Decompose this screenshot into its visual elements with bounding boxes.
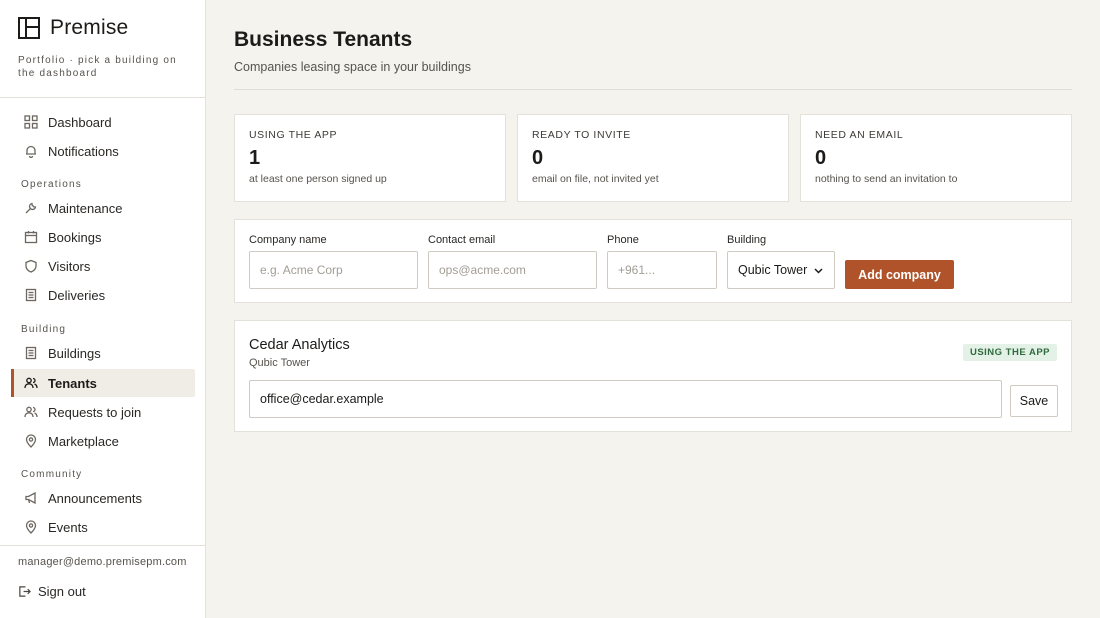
- stat-card-using-app: USING THE APP 1 at least one person sign…: [234, 114, 506, 202]
- brand-name: Premise: [50, 16, 129, 39]
- company-name-input[interactable]: e.g. Acme Corp: [249, 251, 418, 289]
- sidebar-item-notifications[interactable]: Notifications: [11, 137, 195, 165]
- sidebar-item-tenants[interactable]: Tenants: [11, 369, 195, 397]
- stat-note: email on file, not invited yet: [532, 173, 659, 185]
- stat-note: nothing to send an invitation to: [815, 173, 958, 185]
- brand[interactable]: Premise: [18, 16, 128, 40]
- add-company-button[interactable]: Add company: [845, 260, 954, 289]
- sidebar-item-label: Buildings: [48, 345, 101, 361]
- stat-note: at least one person signed up: [249, 173, 387, 185]
- tenant-building: Qubic Tower: [249, 357, 310, 369]
- building-icon: [24, 346, 38, 360]
- section-title-community: Community: [21, 469, 83, 480]
- tenant-name: Cedar Analytics: [249, 337, 350, 353]
- sign-out-button[interactable]: Sign out: [18, 584, 86, 599]
- company-name-label: Company name: [249, 234, 327, 246]
- sidebar-item-label: Marketplace: [48, 433, 119, 449]
- page-subtitle: Companies leasing space in your building…: [234, 60, 471, 74]
- chevron-down-icon: [814, 267, 823, 274]
- tenant-card: Cedar Analytics Qubic Tower USING THE AP…: [234, 320, 1072, 432]
- tenant-email-input[interactable]: office@cedar.example: [249, 380, 1002, 418]
- stat-label: READY TO INVITE: [532, 129, 631, 141]
- stat-value: 0: [532, 147, 544, 169]
- sidebar-item-label: Deliveries: [48, 287, 106, 303]
- sidebar-item-label: Dashboard: [48, 114, 112, 130]
- sidebar-item-deliveries[interactable]: Deliveries: [11, 281, 195, 309]
- section-title-building: Building: [21, 324, 67, 335]
- sidebar-item-bookings[interactable]: Bookings: [11, 223, 195, 251]
- user-email: manager@demo.premisepm.com: [18, 556, 187, 568]
- users-icon: [24, 376, 38, 390]
- header-divider: [234, 89, 1072, 90]
- sidebar-item-label: Maintenance: [48, 200, 123, 216]
- calendar-icon: [24, 230, 38, 244]
- sign-out-icon: [19, 586, 31, 597]
- sidebar-item-label: Bookings: [48, 229, 102, 245]
- stat-card-ready-to-invite: READY TO INVITE 0 email on file, not inv…: [517, 114, 789, 202]
- sidebar-item-dashboard[interactable]: Dashboard: [11, 108, 195, 136]
- sidebar-item-announcements[interactable]: Announcements: [11, 484, 195, 512]
- stat-card-need-email: NEED AN EMAIL 0 nothing to send an invit…: [800, 114, 1072, 202]
- phone-input[interactable]: +961...: [607, 251, 717, 289]
- map-pin-icon: [24, 520, 38, 534]
- sidebar-item-visitors[interactable]: Visitors: [11, 252, 195, 280]
- save-button[interactable]: Save: [1010, 385, 1058, 417]
- map-pin-icon: [24, 434, 38, 448]
- sidebar-item-label: Announcements: [48, 490, 142, 506]
- contact-email-label: Contact email: [428, 234, 496, 246]
- wrench-icon: [24, 201, 38, 215]
- bell-icon: [24, 144, 38, 158]
- building-select-value: Qubic Tower: [738, 263, 808, 277]
- stat-label: USING THE APP: [249, 129, 338, 141]
- sidebar-item-label: Notifications: [48, 143, 119, 159]
- clipboard-icon: [24, 288, 38, 302]
- sidebar-item-label: Requests to join: [48, 404, 142, 420]
- portfolio-hint: Portfolio · pick a building on the dashb…: [18, 55, 177, 79]
- sign-out-label: Sign out: [38, 584, 86, 599]
- building-select[interactable]: Qubic Tower: [727, 251, 835, 289]
- stat-value: 0: [815, 147, 827, 169]
- sidebar-item-buildings[interactable]: Buildings: [11, 339, 195, 367]
- stat-label: NEED AN EMAIL: [815, 129, 904, 141]
- sidebar-item-label: Visitors: [48, 258, 91, 274]
- sidebar: Premise Portfolio · pick a building on t…: [0, 0, 206, 618]
- status-badge: USING THE APP: [962, 344, 1057, 361]
- sidebar-divider: [0, 97, 206, 98]
- building-label: Building: [727, 234, 767, 246]
- sidebar-item-events[interactable]: Events: [11, 513, 195, 541]
- sidebar-footer-divider: [0, 545, 206, 546]
- stat-value: 1: [249, 147, 261, 169]
- section-title-operations: Operations: [21, 179, 82, 190]
- user-plus-icon: [24, 405, 38, 419]
- add-company-form: Company name e.g. Acme Corp Contact emai…: [234, 219, 1072, 303]
- phone-label: Phone: [607, 234, 639, 246]
- grid-icon: [24, 115, 38, 129]
- logo-icon: [18, 17, 40, 39]
- sidebar-item-label: Events: [48, 519, 88, 535]
- sidebar-item-maintenance[interactable]: Maintenance: [11, 194, 195, 222]
- sidebar-item-label: Tenants: [48, 375, 97, 391]
- page-title: Business Tenants: [234, 28, 413, 51]
- contact-email-input[interactable]: ops@acme.com: [428, 251, 597, 289]
- sidebar-item-requests-to-join[interactable]: Requests to join: [11, 398, 195, 426]
- megaphone-icon: [24, 491, 38, 505]
- sidebar-item-marketplace[interactable]: Marketplace: [11, 427, 195, 455]
- shield-icon: [24, 259, 38, 273]
